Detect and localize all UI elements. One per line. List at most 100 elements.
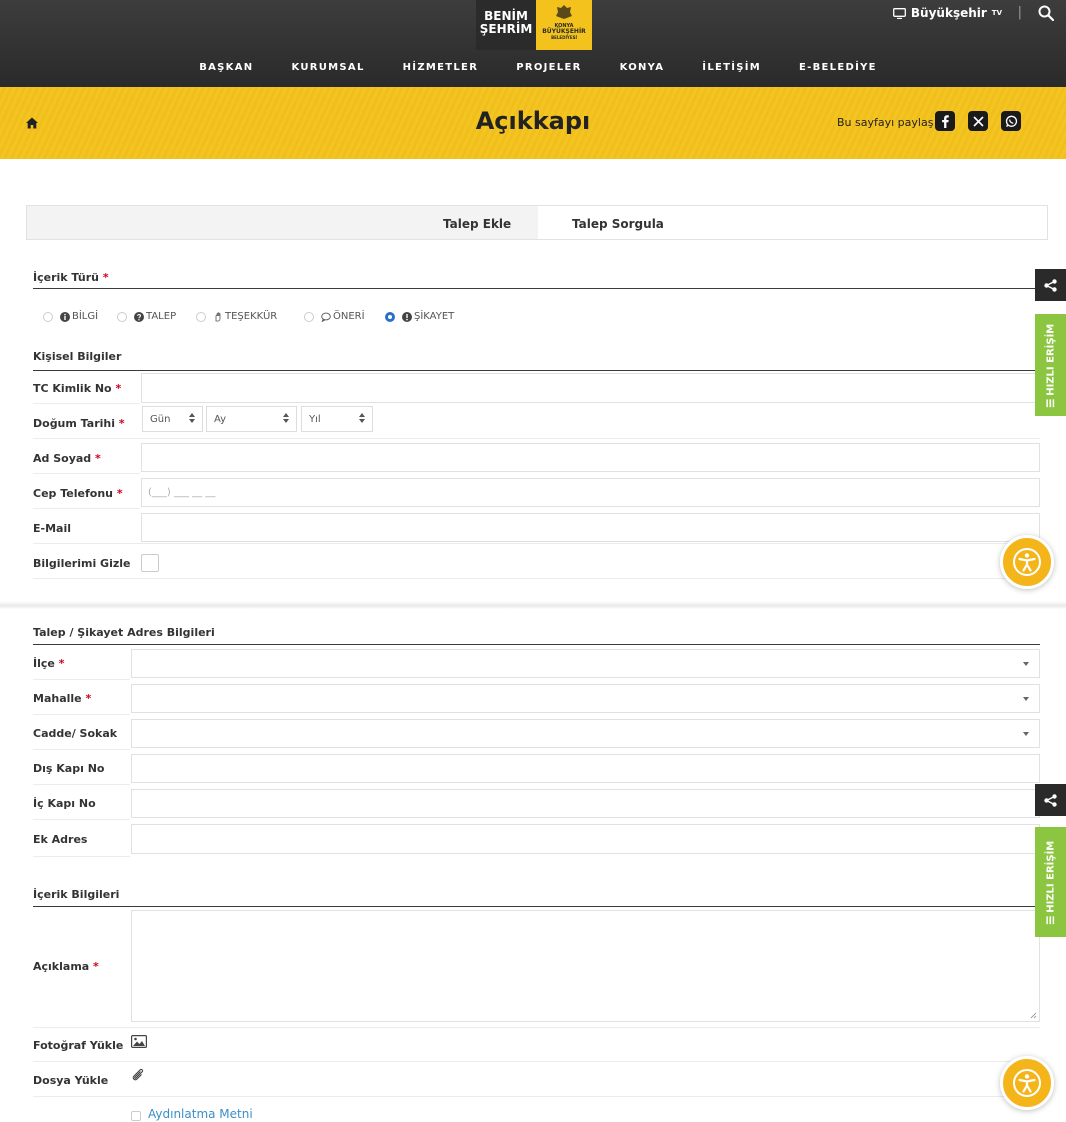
street-select[interactable] (131, 719, 1040, 748)
radio-oneri[interactable]: ÖNERİ (304, 311, 365, 322)
dob-month-select[interactable]: Ay (206, 406, 297, 432)
menu-item-iletisim[interactable]: İLETİŞİM (702, 62, 761, 73)
tv-label: Büyükşehir (910, 6, 987, 20)
email-input[interactable] (141, 513, 1040, 542)
radio-circle[interactable] (117, 311, 127, 322)
hide-info-checkbox[interactable] (141, 554, 159, 572)
required-mark: * (115, 382, 122, 395)
search-icon[interactable] (1038, 5, 1054, 21)
required-mark: * (93, 960, 99, 973)
bars-icon (1046, 915, 1055, 924)
dob-label: Doğum Tarihi * (33, 417, 125, 430)
row-line (33, 1061, 1040, 1062)
radio-sikayet[interactable]: ŞİKAYET (385, 311, 454, 322)
tab-talep-sorgula[interactable]: Talep Sorgula (572, 217, 664, 231)
neighborhood-select[interactable] (131, 684, 1040, 713)
menu-item-e-belediye[interactable]: E-BELEDİYE (799, 62, 877, 73)
content-type-label: İçerik Türü * (33, 271, 109, 284)
radio-circle[interactable] (43, 311, 53, 322)
tab-talep-ekle-label[interactable]: Talep Ekle (443, 217, 511, 231)
exclamation-circle-icon (402, 311, 412, 322)
dob-year-select[interactable]: Yıl (301, 406, 373, 432)
row-line (33, 543, 1040, 544)
page-banner: Açıkkapı Bu sayfayı paylaş (0, 87, 1066, 159)
street-label: Cadde/ Sokak (33, 727, 118, 740)
whatsapp-icon (1005, 115, 1017, 127)
whatsapp-share-button[interactable] (1001, 111, 1021, 131)
header-separator: | (1017, 5, 1022, 20)
content-type-text: İçerik Türü (33, 271, 99, 284)
accessibility-icon (1013, 1069, 1041, 1097)
accessibility-icon (1013, 548, 1041, 576)
extra-address-label: Ek Adres (33, 833, 88, 846)
outer-door-input[interactable] (131, 754, 1040, 783)
consent-checkbox[interactable] (131, 1111, 141, 1121)
menu-item-baskan[interactable]: BAŞKAN (199, 62, 253, 73)
dob-label-text: Doğum Tarihi (33, 417, 115, 430)
photo-upload-label: Fotoğraf Yükle (33, 1039, 124, 1052)
quick-access-tab-top[interactable]: HIZLI ERİŞİM (1035, 314, 1066, 416)
inner-door-input[interactable] (131, 789, 1040, 818)
radio-label: BİLGİ (72, 311, 99, 322)
required-mark: * (102, 271, 109, 284)
dob-day-select[interactable]: Gün (142, 406, 203, 432)
name-label: Ad Soyad * (33, 452, 101, 465)
share-icon (1044, 278, 1057, 292)
accessibility-button-top[interactable] (1000, 535, 1054, 589)
dob-year-value: Yıl (309, 414, 321, 425)
radio-circle[interactable] (196, 311, 206, 322)
required-mark: * (58, 657, 65, 670)
logo-b-text-3: BELEDİYESİ (551, 35, 577, 40)
request-tabs: Talep Ekle Talep Sorgula (26, 205, 1048, 240)
row-line (33, 1096, 1040, 1097)
x-share-button[interactable] (968, 111, 988, 131)
section-rule (33, 644, 1040, 645)
image-icon[interactable] (131, 1035, 147, 1048)
radio-bilgi[interactable]: BİLGİ (43, 311, 98, 322)
file-upload-label: Dosya Yükle (33, 1074, 109, 1087)
resize-handle-icon[interactable] (1030, 1012, 1037, 1019)
section-rule (33, 370, 1040, 371)
consent-link[interactable]: Aydınlatma Metni (148, 1107, 253, 1121)
phone-input[interactable]: (___) ___ __ __ (141, 478, 1040, 507)
accessibility-button-bottom[interactable] (1000, 1056, 1054, 1110)
share-widget-bottom[interactable] (1035, 784, 1066, 816)
required-mark: * (85, 692, 92, 705)
radio-label: ŞİKAYET (414, 311, 455, 322)
chevron-down-icon (1023, 662, 1029, 666)
district-select[interactable] (131, 649, 1040, 678)
menu-item-kurumsal[interactable]: KURUMSAL (291, 62, 364, 73)
personal-info-title: Kişisel Bilgiler (33, 350, 122, 363)
share-widget-top[interactable] (1035, 269, 1066, 301)
radio-talep[interactable]: TALEP (117, 311, 176, 322)
menu-item-konya[interactable]: KONYA (620, 62, 665, 73)
chevron-down-icon (1023, 732, 1029, 736)
row-line (33, 1027, 1040, 1028)
tc-label: TC Kimlik No * (33, 382, 121, 395)
tc-kimlik-input[interactable] (141, 373, 1040, 403)
logo-text-2: ŞEHRİM (479, 22, 533, 36)
menu-item-hizmetler[interactable]: HİZMETLER (403, 62, 479, 73)
quick-access-tab-bottom[interactable]: HIZLI ERİŞİM (1035, 827, 1066, 937)
radio-circle[interactable] (304, 311, 314, 322)
facebook-icon (942, 114, 949, 128)
required-mark: * (118, 417, 125, 430)
buyuksehir-tv-link[interactable]: Büyükşehir TV (892, 6, 1002, 20)
menu-item-projeler[interactable]: PROJELER (516, 62, 581, 73)
radio-tesekkur[interactable]: TEŞEKKÜR (196, 311, 277, 322)
sort-arrows-icon (189, 413, 195, 423)
site-logo[interactable]: BENİM ŞEHRİM KONYA BÜYÜKŞEHİR BELEDİYESİ (476, 0, 592, 50)
crest-icon (556, 5, 572, 19)
tv-suffix: TV (991, 9, 1002, 17)
comment-icon (321, 312, 331, 322)
radio-label: TEŞEKKÜR (225, 311, 278, 322)
section-rule (33, 906, 1040, 907)
facebook-share-button[interactable] (935, 111, 955, 131)
row-line (33, 749, 130, 750)
radio-circle-selected[interactable] (385, 311, 395, 322)
name-input[interactable] (141, 443, 1040, 472)
paperclip-icon[interactable] (131, 1068, 145, 1082)
extra-address-input[interactable] (131, 824, 1040, 854)
description-textarea[interactable] (131, 910, 1040, 1022)
bars-icon (1046, 398, 1055, 407)
